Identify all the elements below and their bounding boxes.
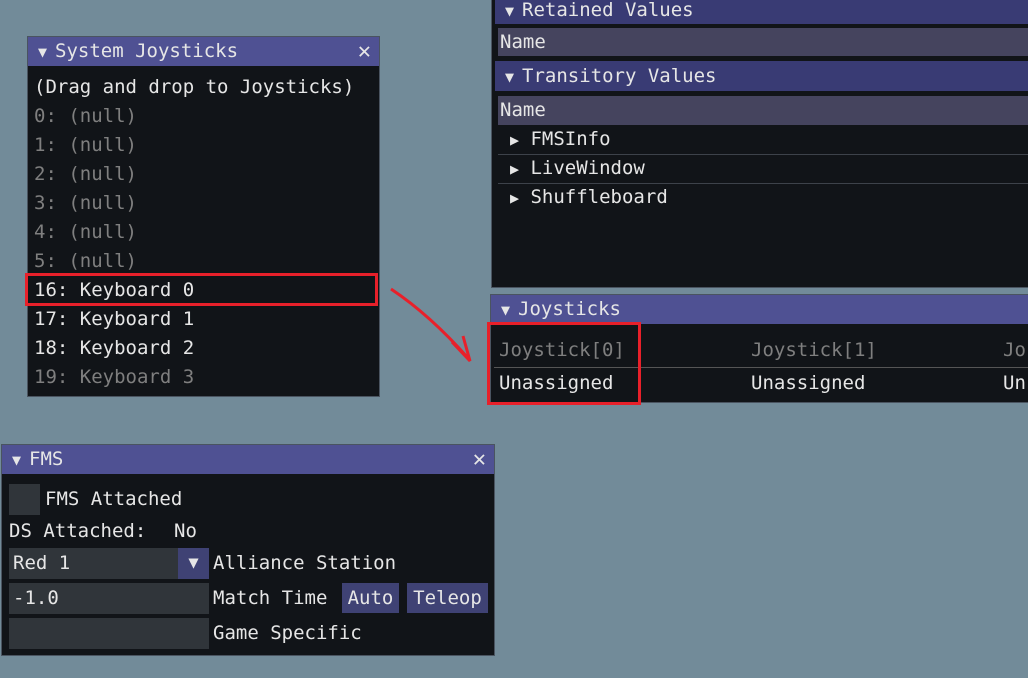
collapse-icon[interactable]: ▼: [12, 451, 21, 469]
alliance-station-label: Alliance Station: [213, 552, 397, 574]
match-time-value: -1.0: [13, 587, 59, 609]
fms-attached-checkbox[interactable]: [9, 484, 40, 515]
fms-attached-label: FMS Attached: [45, 488, 183, 510]
fms-title-bar[interactable]: ▼ FMS ✕: [2, 445, 494, 474]
teleop-button[interactable]: Teleop: [407, 583, 488, 613]
alliance-station-value: Red 1: [13, 552, 71, 574]
match-time-input[interactable]: -1.0: [9, 583, 209, 614]
ds-attached-label: DS Attached:: [9, 520, 147, 542]
ds-attached-value: No: [174, 520, 197, 542]
window-title: FMS: [29, 448, 64, 470]
fms-window: ▼ FMS ✕ FMS Attached DS Attached: No Red 1…: [1, 444, 495, 656]
close-icon[interactable]: ✕: [473, 445, 486, 474]
auto-button[interactable]: Auto: [342, 583, 399, 613]
game-specific-input[interactable]: [9, 618, 209, 649]
game-specific-label: Game Specific: [213, 622, 362, 644]
alliance-station-combo[interactable]: Red 1 ▼: [9, 548, 209, 579]
match-time-label: Match Time: [213, 587, 328, 609]
chevron-down-icon[interactable]: ▼: [178, 548, 209, 579]
